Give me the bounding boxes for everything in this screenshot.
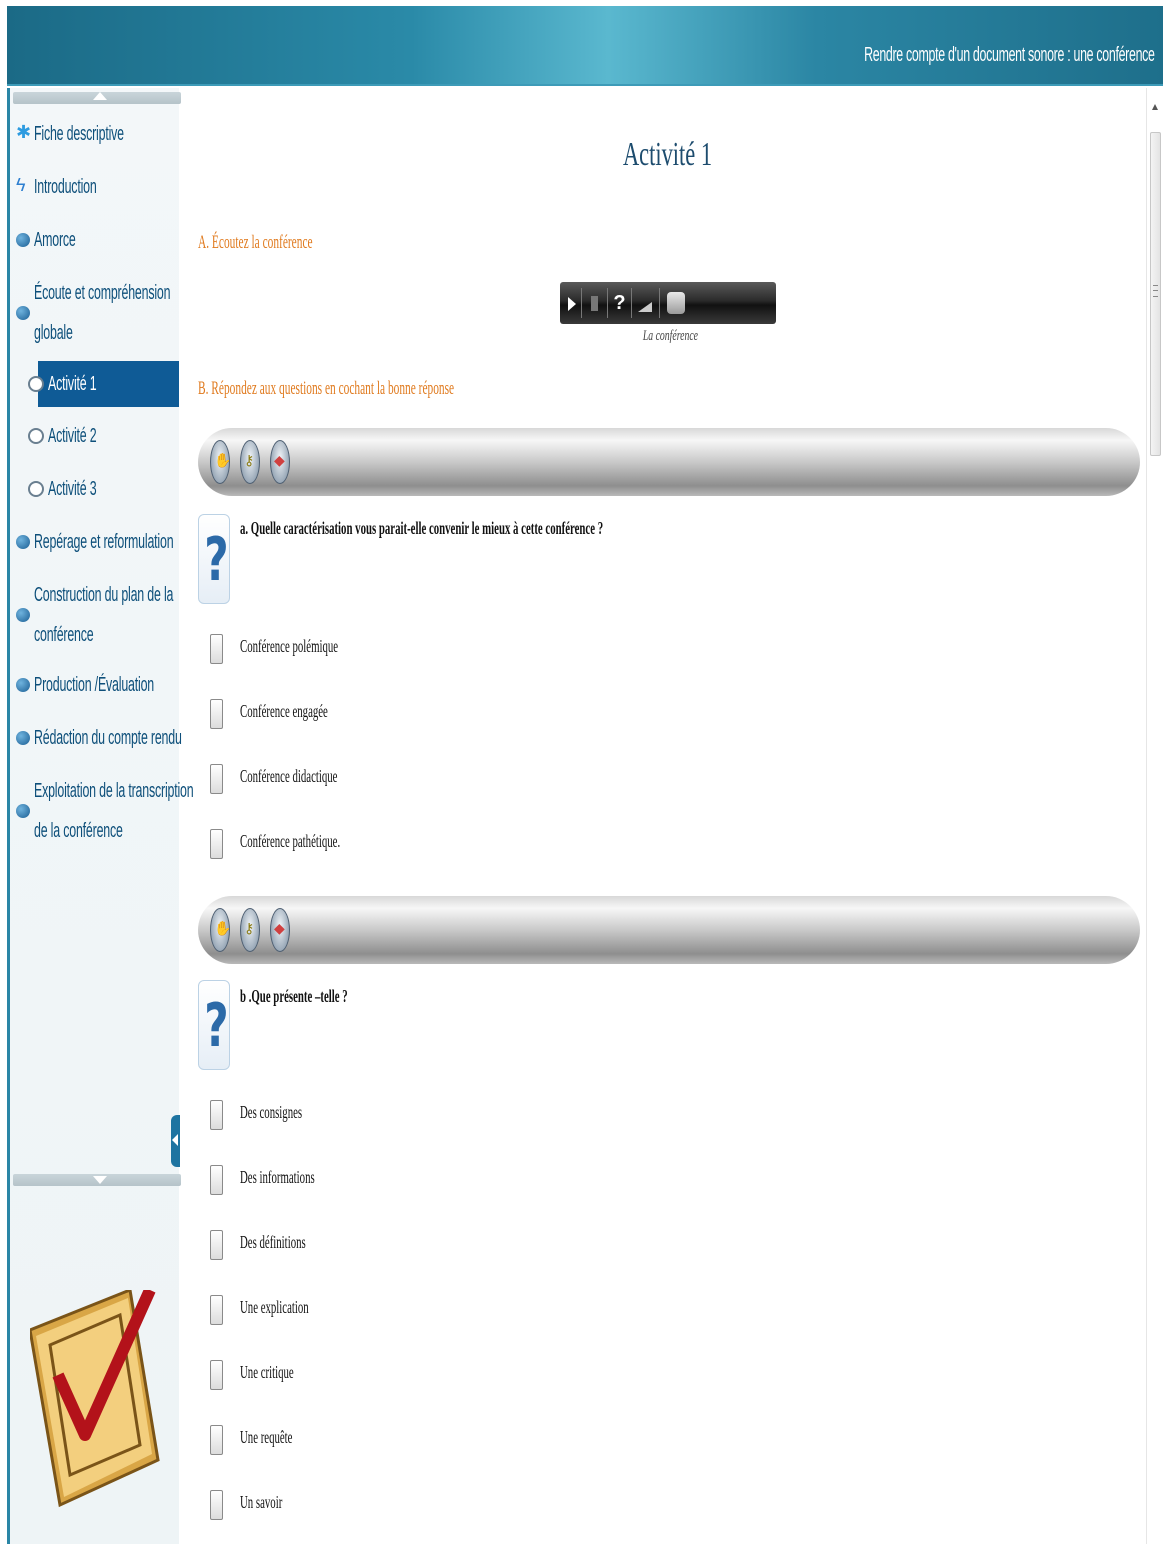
arrow-up-icon (93, 92, 107, 100)
question-toolbar: ✋ ⚷ ◆ (198, 428, 1140, 496)
checkbox[interactable] (210, 829, 223, 859)
player-caption: La conférence (642, 328, 698, 344)
hand-icon[interactable]: ✋ (210, 908, 230, 952)
activity-icon (28, 376, 44, 392)
checkbox[interactable] (210, 699, 223, 729)
seek-slider-handle[interactable] (667, 292, 685, 314)
option-b-5[interactable]: Une critique (210, 1360, 710, 1390)
eraser-icon[interactable]: ◆ (270, 908, 290, 952)
chevron-right-circle-icon (16, 678, 30, 692)
option-a-4[interactable]: Conférence pathétique. (210, 829, 710, 859)
option-b-6[interactable]: Une requête (210, 1425, 710, 1455)
hand-icon[interactable]: ✋ (210, 440, 230, 484)
play-icon[interactable] (560, 288, 582, 318)
help-button[interactable]: ? (608, 288, 632, 318)
sidebar-collapse-button[interactable] (171, 1115, 180, 1167)
sidebar-item-construction[interactable]: Construction du plan de la conférence (10, 575, 182, 655)
key-icon[interactable]: ⚷ (240, 440, 260, 484)
checkbox[interactable] (210, 764, 223, 794)
chevron-right-circle-icon (16, 731, 30, 745)
checkbox[interactable] (210, 1425, 223, 1455)
checkmark-logo (30, 1290, 160, 1508)
chevron-down-circle-icon (16, 306, 30, 320)
activity-icon (28, 428, 44, 444)
checkbox[interactable] (210, 634, 223, 664)
option-a-3[interactable]: Conférence didactique (210, 764, 710, 794)
checkbox[interactable] (210, 1295, 223, 1325)
checkbox[interactable] (210, 1165, 223, 1195)
audio-player: ? (560, 282, 776, 324)
sidebar-item-ecoute[interactable]: Écoute et compréhension globale (10, 273, 182, 353)
activity-icon (28, 481, 44, 497)
option-b-4[interactable]: Une explication (210, 1295, 710, 1325)
checkbox[interactable] (210, 1100, 223, 1130)
page-title: Activité 1 (623, 136, 713, 173)
scroll-up-arrow-icon[interactable] (1152, 104, 1158, 110)
chevron-right-circle-icon (16, 804, 30, 818)
chevron-right-circle-icon (16, 535, 30, 549)
checkbox[interactable] (210, 1360, 223, 1390)
key-icon[interactable]: ⚷ (240, 908, 260, 952)
arrow-down-icon (93, 1176, 107, 1184)
chevron-right-circle-icon (16, 233, 30, 247)
section-a-title: A. Écoutez la conférence (198, 232, 313, 253)
question-mark-icon: ? (198, 514, 230, 604)
sidebar-scroll-up-button[interactable] (13, 92, 181, 104)
question-toolbar: ✋ ⚷ ◆ (198, 896, 1140, 964)
checkbox[interactable] (210, 1490, 223, 1520)
main-content: Activité 1 A. Écoutez la conférence ? La… (180, 88, 1146, 1544)
chevron-right-circle-icon (16, 608, 30, 622)
stop-icon[interactable] (582, 288, 608, 318)
question-mark-icon: ? (198, 980, 230, 1070)
scrollbar-thumb[interactable] (1150, 132, 1161, 456)
grip-icon (1153, 285, 1158, 297)
checkbox[interactable] (210, 1230, 223, 1260)
sidebar-item-activite-1[interactable]: Activité 1 (28, 361, 179, 407)
question-a-text: a. Quelle caractérisation vous parait-el… (240, 518, 604, 538)
star-icon: ✱ (16, 122, 32, 142)
option-b-1[interactable]: Des consignes (210, 1100, 710, 1130)
sidebar-scroll-down-button[interactable] (13, 1174, 181, 1186)
sidebar-item-exploitation[interactable]: Exploitation de la transcription de la c… (10, 771, 194, 851)
option-a-2[interactable]: Conférence engagée (210, 699, 710, 729)
course-title: Rendre compte d'un document sonore : une… (864, 44, 1155, 66)
header-banner: Rendre compte d'un document sonore : une… (7, 6, 1163, 86)
option-b-3[interactable]: Des définitions (210, 1230, 710, 1260)
option-b-7[interactable]: Un savoir (210, 1490, 710, 1520)
volume-icon[interactable] (632, 288, 660, 318)
bolt-icon: ϟ (16, 175, 26, 195)
question-b-text: b .Que présente –telle ? (240, 986, 348, 1006)
eraser-icon[interactable]: ◆ (270, 440, 290, 484)
option-b-2[interactable]: Des informations (210, 1165, 710, 1195)
section-b-title: B. Répondez aux questions en cochant la … (198, 378, 455, 399)
option-a-1[interactable]: Conférence polémique (210, 634, 710, 664)
main-scrollbar[interactable] (1146, 88, 1163, 1544)
